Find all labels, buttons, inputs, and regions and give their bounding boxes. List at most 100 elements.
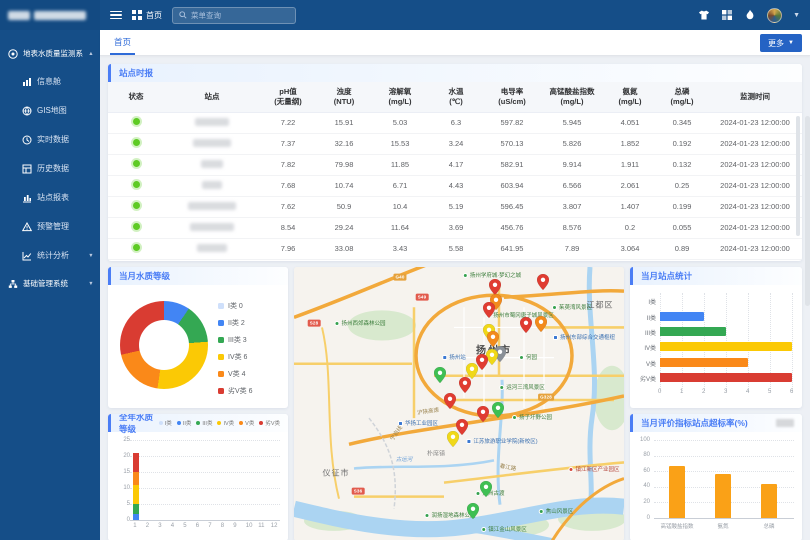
table-scrollbar[interactable] [796,116,800,236]
sidebar-item-统计分析[interactable]: 统计分析▼ [0,241,100,270]
topbar-actions: ▼ [698,8,800,23]
sidebar-item-GIS地图[interactable]: GIS地图 [0,96,100,125]
road-shield: G328 [538,394,554,401]
stacked-bar-segment[interactable] [133,453,139,472]
legend-item[interactable]: II类 2 [218,318,253,328]
legend-item[interactable]: IV类 [217,419,234,427]
station-pin-red[interactable] [444,393,456,409]
annual-stacked-bar-chart[interactable]: 0510152025123456789101112 [112,434,284,539]
sidebar-item-预警管理[interactable]: 预警管理 [0,212,100,241]
map-label-poi-red: 镇江新区产业园区 [568,465,619,473]
legend-item[interactable]: III类 [196,419,212,427]
station-pin-red[interactable] [483,302,495,318]
column-header: 浊度(NTU) [316,82,372,112]
page-scrollbar[interactable] [805,116,810,306]
station-pin-orange[interactable] [535,316,547,332]
stacked-bar-segment[interactable] [133,485,139,504]
legend-item[interactable]: V类 4 [218,369,253,379]
table-row[interactable]: 7.2215.915.036.3597.825.9454.0510.345202… [108,112,802,133]
stacked-bar-segment[interactable] [133,514,139,520]
stacked-bar-segment[interactable] [133,504,139,514]
more-button[interactable]: 更多 ▼ [760,34,802,52]
sidebar-item-历史数据[interactable]: 历史数据 [0,154,100,183]
station-pin-green[interactable] [434,367,446,383]
status-online-dot [133,118,140,125]
exceed-bar[interactable] [761,484,777,518]
legend-item[interactable]: IV类 6 [218,352,253,362]
annual-legend: I类 II类 III类 IV类 V类劣V类 [159,419,280,427]
column-header: 电导率(uS/cm) [484,82,540,112]
layout-icon[interactable] [721,9,733,21]
table-row[interactable]: 7.6810.746.714.43603.946.5662.0610.25202… [108,175,802,196]
sidebar-item-信息舱[interactable]: 信息舱 [0,67,100,96]
user-menu-caret-icon[interactable]: ▼ [793,12,800,19]
donut-legend: I类 0 II类 2 III类 3 IV类 6 V类 4 劣V类 6 [218,301,253,396]
sidebar-group-0[interactable]: 地表水质量监测系统▲ [0,40,100,67]
legend-item[interactable]: III类 3 [218,335,253,345]
station-pin-yellow[interactable] [447,431,459,447]
cell-value: 597.82 [484,112,540,133]
cell-value: 6.566 [540,175,604,196]
hbar[interactable] [660,312,704,321]
sidebar: 地表水质量监测系统▲信息舱GIS地图实时数据历史数据站点报表预警管理统计分析▼基… [0,0,100,540]
app-window: 地表水质量监测系统▲信息舱GIS地图实时数据历史数据站点报表预警管理统计分析▼基… [0,0,810,540]
cell-value: 1.911 [604,154,656,175]
sidebar-item-站点报表[interactable]: 站点报表 [0,183,100,212]
table-row[interactable]: 7.8279.9811.854.17582.919.9141.9110.1322… [108,154,802,175]
legend-item[interactable]: 劣V类 [259,419,280,427]
flame-icon[interactable] [744,9,756,21]
table-row[interactable]: 7.9633.083.435.58641.957.893.0640.892024… [108,238,802,259]
legend-item[interactable]: 劣V类 6 [218,386,253,396]
exceed-bar-chart[interactable]: 020406080100高锰酸盐指数氨氮总磷 [634,434,798,538]
station-pin-red[interactable] [537,274,549,290]
station-name-redacted [188,202,236,210]
tab-home[interactable]: 首页 [110,30,135,55]
table-header-row: 状态站点pH值(无量纲)浊度(NTU)溶解氧(mg/L)水温(℃)电导率(uS/… [108,82,802,112]
legend-item[interactable]: V类 [239,419,254,427]
station-hbar-chart[interactable]: 0123456I类II类III类IV类V类劣V类 [634,287,798,405]
sidebar-item-实时数据[interactable]: 实时数据 [0,125,100,154]
cell-value: 11.85 [372,154,428,175]
station-pin-green[interactable] [467,503,479,519]
table-row[interactable]: 7.3732.1615.533.24570.135.8261.8520.1922… [108,133,802,154]
map-label-poi-blue: 扬州东部综合交通枢纽 [553,333,615,341]
menu-search[interactable] [172,7,296,24]
legend-item[interactable]: I类 [159,419,172,427]
panel-action-redacted[interactable] [776,419,794,427]
hbar[interactable] [660,327,726,336]
map-label-road: 宁启线 [388,424,404,442]
sidebar-item-label: 统计分析 [37,250,83,261]
station-pin-red[interactable] [477,406,489,422]
legend-item[interactable]: II类 [177,419,192,427]
search-input[interactable] [191,11,289,20]
user-avatar[interactable] [767,8,782,23]
exceed-bar[interactable] [715,474,731,518]
status-online-dot [133,181,140,188]
legend-item[interactable]: I类 0 [218,301,253,311]
hbar[interactable] [660,358,748,367]
menu-toggle-icon[interactable] [110,11,122,20]
table-row[interactable]: 7.6250.910.45.19596.453.8071.4070.199202… [108,196,802,217]
column-header: 高锰酸盐指数(mg/L) [540,82,604,112]
map-panel[interactable]: 扬州市江都区仪征市扬州学府城·梦幻之城扬州西郊森林公园扬州市蜀冈唐子城风景区茱萸… [294,267,624,540]
cell-value: 7.89 [540,238,604,259]
map-label-poi-green: 扬州西郊森林公园 [334,319,385,327]
donut-chart[interactable] [120,301,208,389]
theme-shirt-icon[interactable] [698,9,710,21]
exceed-bar[interactable] [669,466,685,518]
hbar[interactable] [660,342,792,351]
cell-value: 7.62 [260,196,316,217]
station-pin-red[interactable] [520,317,532,333]
sidebar-group-1[interactable]: 基础管理系统▼ [0,270,100,297]
station-pin-red[interactable] [459,377,471,393]
table-row[interactable]: 8.5429.2411.643.69456.768.5760.20.055202… [108,217,802,238]
cell-value: 582.91 [484,154,540,175]
station-pin-red[interactable] [489,279,501,295]
cell-value: 5.03 [372,112,428,133]
station-pin-green[interactable] [492,402,504,418]
hbar[interactable] [660,373,792,382]
station-pin-orange[interactable] [487,331,499,347]
stacked-bar-segment[interactable] [133,472,139,485]
breadcrumb[interactable]: 首页 [132,10,162,21]
station-pin-green[interactable] [480,481,492,497]
